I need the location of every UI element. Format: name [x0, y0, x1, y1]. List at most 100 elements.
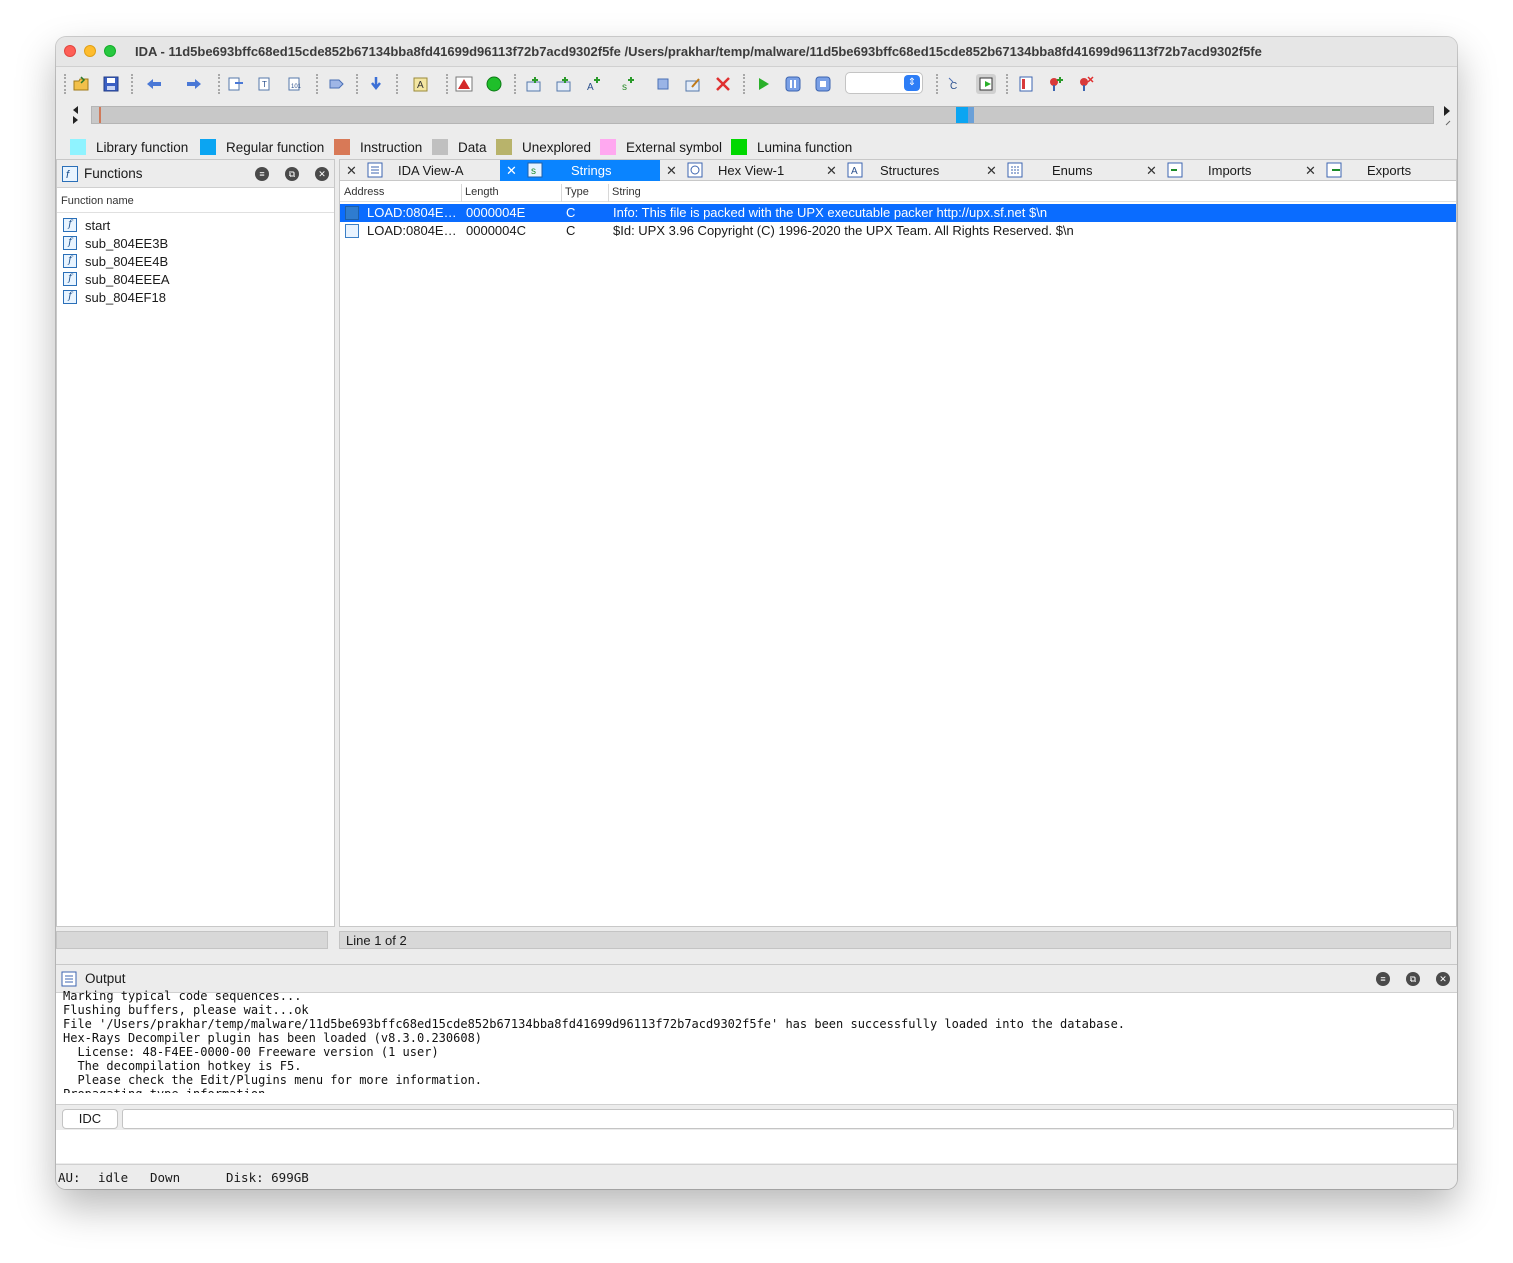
close-tab-icon[interactable]: ✕	[986, 163, 997, 179]
function-item-sub-804ee3b[interactable]: f sub_804EE3B	[57, 234, 334, 252]
green-circle-icon[interactable]	[484, 74, 504, 94]
column-type[interactable]: Type	[565, 186, 589, 198]
table-row[interactable]: LOAD:0804E… 0000004C C $Id: UPX 3.96 Cop…	[340, 222, 1456, 240]
panel-menu-icon[interactable]: ≡	[1376, 972, 1390, 986]
toolbar-grip	[356, 74, 358, 94]
command-bar: IDC	[56, 1104, 1457, 1130]
panel-menu-icon[interactable]: ≡	[255, 167, 269, 181]
maximize-window-button[interactable]	[104, 45, 116, 57]
close-tab-icon[interactable]: ✕	[1305, 163, 1316, 179]
legend-library-function: Library function	[70, 139, 188, 155]
close-tab-icon[interactable]: ✕	[346, 163, 357, 179]
panel-close-icon[interactable]: ✕	[1436, 972, 1450, 986]
function-item-start[interactable]: f start	[57, 216, 334, 234]
legend-regular-function: Regular function	[200, 139, 324, 155]
function-item-sub-804ef18[interactable]: f sub_804EF18	[57, 288, 334, 306]
breakpoint-list-icon[interactable]	[1016, 74, 1036, 94]
navigation-bar[interactable]	[91, 106, 1434, 124]
chevron-updown-icon: ⇕	[904, 75, 920, 91]
toolbar-grip	[743, 74, 745, 94]
puzzle-icon[interactable]	[653, 74, 673, 94]
tab-strings[interactable]: ✕ s Strings	[500, 160, 660, 181]
au-label: AU:	[58, 1170, 81, 1185]
legend-unexplored: Unexplored	[496, 139, 591, 155]
tab-structures[interactable]: ✕ A Structures	[820, 160, 980, 181]
close-tab-icon[interactable]: ✕	[826, 163, 837, 179]
forward-arrow-icon[interactable]	[184, 74, 204, 94]
table-row[interactable]: LOAD:0804E… 0000004E C Info: This file i…	[340, 204, 1456, 222]
tab-imports[interactable]: ✕ Imports	[1140, 160, 1300, 181]
structures-icon: A	[847, 162, 863, 178]
close-tab-icon[interactable]: ✕	[1146, 163, 1157, 179]
legend-lumina-function: Lumina function	[731, 139, 852, 155]
panel-float-icon[interactable]: ⧉	[1406, 972, 1420, 986]
functions-panel-header: f Functions ≡ ⧉ ✕	[57, 160, 334, 188]
tab-ida-view-a[interactable]: ✕ IDA View-A	[340, 160, 500, 181]
stop-icon[interactable]	[813, 74, 833, 94]
create-code-icon[interactable]	[524, 74, 544, 94]
idc-language-button[interactable]: IDC	[62, 1109, 118, 1129]
toolbar-grip	[131, 74, 133, 94]
column-string[interactable]: String	[612, 186, 641, 198]
back-arrow-icon[interactable]	[144, 74, 164, 94]
open-icon[interactable]	[71, 74, 91, 94]
close-window-button[interactable]	[64, 45, 76, 57]
toolbar-grip	[64, 74, 66, 94]
panel-float-icon[interactable]: ⧉	[285, 167, 299, 181]
play-icon[interactable]	[753, 74, 773, 94]
line-count-label: Line 1 of 2	[346, 933, 407, 948]
edit-icon[interactable]	[683, 74, 703, 94]
save-icon[interactable]	[101, 74, 121, 94]
create-function-icon[interactable]: s	[619, 74, 639, 94]
tab-enums[interactable]: ✕ Enums	[980, 160, 1140, 181]
svg-text:s: s	[531, 166, 536, 177]
text-search-icon[interactable]: A	[411, 74, 431, 94]
output-log[interactable]: Marking typical code sequences... Flushi…	[63, 989, 1443, 1093]
create-string-icon[interactable]: A	[584, 74, 604, 94]
graph-icon[interactable]	[976, 74, 996, 94]
function-icon: f	[63, 236, 77, 250]
tab-hex-view-1[interactable]: ✕ Hex View-1	[660, 160, 820, 181]
panel-close-icon[interactable]: ✕	[315, 167, 329, 181]
pseudocode-icon[interactable]: C	[946, 74, 966, 94]
function-icon: f	[63, 218, 77, 232]
functions-status-bar	[56, 931, 328, 949]
color-legend: Library function Regular function Instru…	[56, 137, 1457, 159]
minimize-window-button[interactable]	[84, 45, 96, 57]
close-tab-icon[interactable]: ✕	[666, 163, 677, 179]
tab-exports[interactable]: ✕ Exports	[1299, 160, 1457, 181]
svg-text:T: T	[262, 80, 267, 89]
pause-icon[interactable]	[783, 74, 803, 94]
command-input[interactable]	[122, 1109, 1454, 1129]
search-next-icon[interactable]	[326, 74, 346, 94]
debugger-select[interactable]: ⇕	[845, 72, 923, 94]
remove-breakpoint-icon[interactable]	[1076, 74, 1096, 94]
output-panel-title: Output	[85, 971, 126, 986]
jump-segment-icon[interactable]: 101	[286, 74, 306, 94]
nav-scroll-right-icon[interactable]	[1442, 105, 1454, 127]
function-icon: f	[63, 254, 77, 268]
create-data-icon[interactable]	[554, 74, 574, 94]
function-item-sub-804ee4b[interactable]: f sub_804EE4B	[57, 252, 334, 270]
au-state: idle	[98, 1170, 129, 1185]
string-icon	[345, 224, 359, 238]
functions-list: f start f sub_804EE3B f sub_804EE4B f sub_80…	[57, 216, 334, 306]
nav-scroll-left-icon[interactable]	[64, 101, 84, 131]
exports-icon	[1326, 162, 1342, 178]
jump-name-icon[interactable]: T	[256, 74, 276, 94]
close-tab-icon[interactable]: ✕	[506, 163, 517, 179]
delete-x-icon[interactable]	[713, 74, 733, 94]
warning-triangle-icon[interactable]	[454, 74, 474, 94]
column-length[interactable]: Length	[465, 186, 499, 198]
column-address[interactable]: Address	[344, 186, 384, 198]
toolbar-grip	[446, 74, 448, 94]
function-item-sub-804eeea[interactable]: f sub_804EEEA	[57, 270, 334, 288]
add-breakpoint-icon[interactable]	[1046, 74, 1066, 94]
output-icon	[61, 971, 77, 987]
function-name-column-header[interactable]: Function name	[57, 195, 334, 213]
download-arrow-icon[interactable]	[366, 74, 386, 94]
jump-address-icon[interactable]	[226, 74, 246, 94]
bottom-status-bar: AU: idle Down Disk: 699GB	[56, 1164, 1457, 1189]
window-title: IDA - 11d5be693bffc68ed15cde852b67134bba…	[135, 44, 1262, 59]
legend-instruction: Instruction	[334, 139, 422, 155]
